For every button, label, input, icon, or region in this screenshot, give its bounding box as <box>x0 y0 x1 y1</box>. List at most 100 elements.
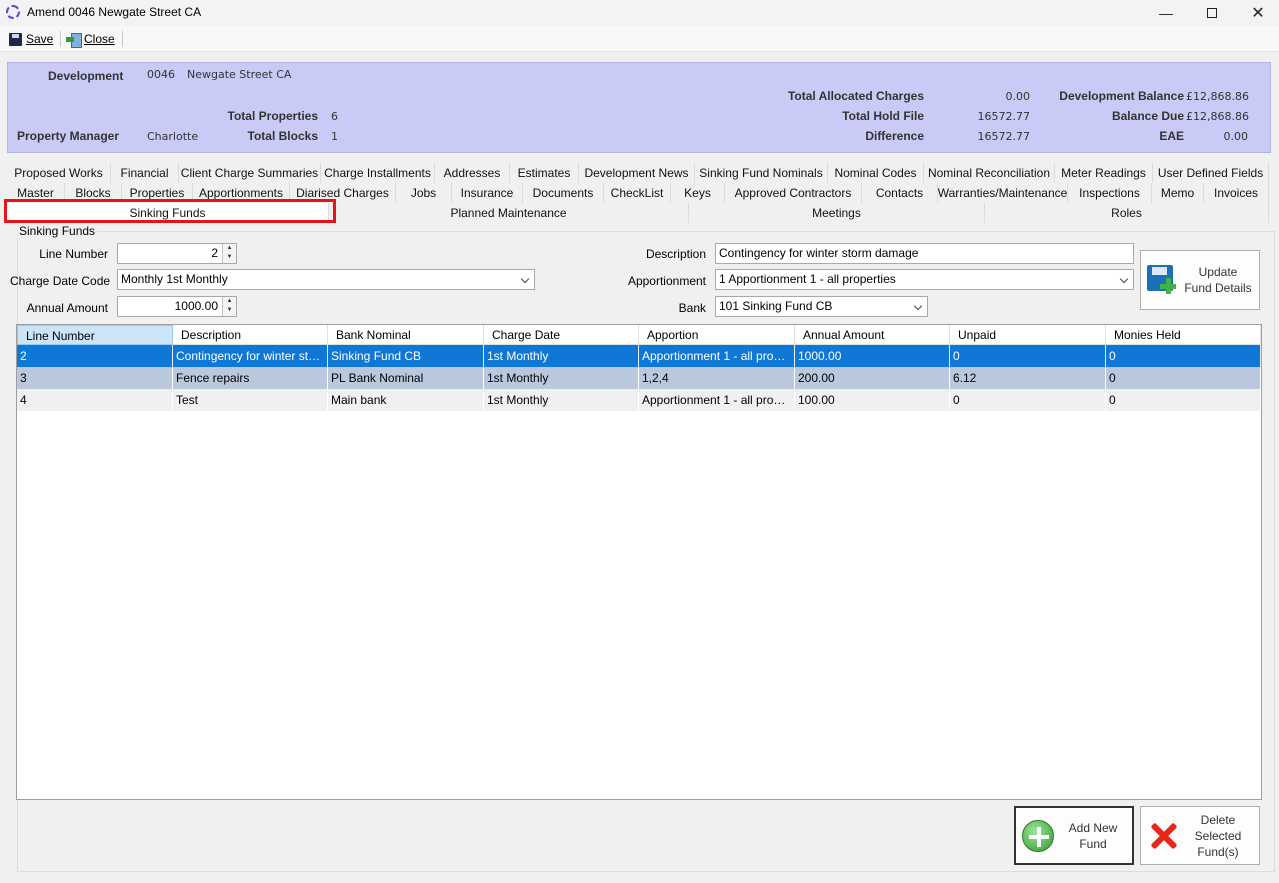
table-row[interactable]: 2 Contingency for winter storm ... Sinki… <box>17 345 1261 367</box>
total-allocated-charges-value: 0.00 <box>1005 90 1031 103</box>
cell-apportion: Apportionment 1 - all properties <box>639 389 795 411</box>
column-header-unpaid[interactable]: Unpaid <box>950 325 1106 345</box>
close-window-button[interactable]: ✕ <box>1235 0 1279 26</box>
tab-meter-readings[interactable]: Meter Readings <box>1055 163 1153 183</box>
spin-down-icon[interactable]: ▼ <box>223 306 236 315</box>
tab-insurance[interactable]: Insurance <box>452 183 523 203</box>
apportionment-value: 1 Apportionment 1 - all properties <box>719 272 896 286</box>
annual-amount-label: Annual Amount <box>26 301 108 315</box>
add-new-fund-label: Add New Fund <box>1054 820 1132 852</box>
delete-label-line1: Delete <box>1200 812 1236 827</box>
line-number-spinner[interactable]: 2 ▲ ▼ <box>117 243 237 264</box>
column-header-description[interactable]: Description <box>173 325 328 345</box>
cell-annual-amount: 1000.00 <box>795 345 950 367</box>
minimize-icon: — <box>1159 5 1173 21</box>
tab-keys[interactable]: Keys <box>671 183 725 203</box>
tab-documents[interactable]: Documents <box>523 183 604 203</box>
tab-proposed-works[interactable]: Proposed Works <box>7 163 111 183</box>
tab-invoices[interactable]: Invoices <box>1204 183 1269 203</box>
tab-client-charge-summaries[interactable]: Client Charge Summaries <box>179 163 321 183</box>
update-fund-details-button[interactable]: Update Fund Details <box>1140 250 1260 310</box>
cell-bank-nominal: PL Bank Nominal <box>328 367 484 389</box>
column-header-bank-nominal[interactable]: Bank Nominal <box>328 325 484 345</box>
tab-warranties-maintenance[interactable]: Warranties/Maintenance <box>938 183 1068 203</box>
line-number-spin-buttons[interactable]: ▲ ▼ <box>222 244 236 263</box>
cell-annual-amount: 200.00 <box>795 367 950 389</box>
tab-roles[interactable]: Roles <box>985 203 1269 223</box>
add-new-fund-button[interactable]: Add New Fund <box>1014 806 1134 865</box>
tab-inspections[interactable]: Inspections <box>1068 183 1152 203</box>
tab-meetings[interactable]: Meetings <box>689 203 985 223</box>
description-input[interactable]: Contingency for winter storm damage <box>715 243 1134 264</box>
tab-planned-maintenance[interactable]: Planned Maintenance <box>329 203 689 223</box>
table-row[interactable]: 4 Test Main bank 1st Monthly Apportionme… <box>17 389 1261 411</box>
save-plus-icon <box>1147 265 1177 295</box>
tab-user-defined-fields[interactable]: User Defined Fields <box>1153 163 1269 183</box>
column-header-annual-amount[interactable]: Annual Amount <box>795 325 950 345</box>
annual-amount-spinner[interactable]: 1000.00 ▲ ▼ <box>117 296 237 317</box>
development-name: Newgate Street CA <box>187 68 292 81</box>
column-header-monies-held[interactable]: Monies Held <box>1106 325 1261 345</box>
toolbar: Save Close <box>0 26 1279 52</box>
cell-unpaid: 0 <box>950 345 1106 367</box>
column-header-apportion[interactable]: Apportion <box>639 325 795 345</box>
charge-date-code-value: Monthly 1st Monthly <box>121 272 228 286</box>
minimize-button[interactable]: — <box>1143 0 1189 26</box>
delete-selected-funds-label: Delete Selected Fund(s) <box>1177 812 1259 860</box>
spin-down-icon[interactable]: ▼ <box>223 253 236 262</box>
toolbar-separator <box>122 31 123 47</box>
tab-approved-contractors[interactable]: Approved Contractors <box>725 183 862 203</box>
development-summary-panel: Development 0046 Newgate Street CA Total… <box>7 62 1271 153</box>
tab-nominal-reconciliation[interactable]: Nominal Reconciliation <box>924 163 1055 183</box>
tab-contacts[interactable]: Contacts <box>862 183 938 203</box>
apportionment-select[interactable]: 1 Apportionment 1 - all properties <box>715 269 1134 290</box>
tab-checklist[interactable]: CheckList <box>604 183 671 203</box>
balance-due-label: Balance Due <box>1111 109 1184 123</box>
tab-development-news[interactable]: Development News <box>579 163 695 183</box>
maximize-button[interactable] <box>1189 0 1235 26</box>
table-row[interactable]: 3 Fence repairs PL Bank Nominal 1st Mont… <box>17 367 1261 389</box>
tab-jobs[interactable]: Jobs <box>396 183 452 203</box>
sinking-funds-grid[interactable]: Line Number Description Bank Nominal Cha… <box>16 324 1262 800</box>
tab-memo[interactable]: Memo <box>1152 183 1204 203</box>
cell-line-number: 3 <box>17 367 173 389</box>
tab-sinking-fund-nominals[interactable]: Sinking Fund Nominals <box>695 163 828 183</box>
close-icon: ✕ <box>1251 5 1265 22</box>
delete-label-line2: Selected <box>1194 828 1242 843</box>
cell-monies-held: 0 <box>1106 389 1261 411</box>
charge-date-code-select[interactable]: Monthly 1st Monthly <box>117 269 535 290</box>
spin-up-icon[interactable]: ▲ <box>223 297 236 306</box>
cell-annual-amount: 100.00 <box>795 389 950 411</box>
development-balance-label: Development Balance <box>1059 89 1184 103</box>
add-label-line1: Add New <box>1068 820 1118 835</box>
cell-description: Fence repairs <box>173 367 328 389</box>
tab-financial[interactable]: Financial <box>111 163 179 183</box>
description-value: Contingency for winter storm damage <box>719 246 919 260</box>
tab-nominal-codes[interactable]: Nominal Codes <box>828 163 924 183</box>
bank-select[interactable]: 101 Sinking Fund CB <box>715 296 928 317</box>
cell-charge-date: 1st Monthly <box>484 345 639 367</box>
tab-estimates[interactable]: Estimates <box>510 163 579 183</box>
update-fund-details-label: Update Fund Details <box>1177 264 1259 296</box>
cell-bank-nominal: Sinking Fund CB <box>328 345 484 367</box>
total-properties-label: Total Properties <box>227 109 318 123</box>
save-button[interactable]: Save <box>9 30 53 48</box>
chevron-down-icon <box>913 301 923 311</box>
column-header-charge-date[interactable]: Charge Date <box>484 325 639 345</box>
development-label: Development <box>48 69 124 83</box>
close-button[interactable]: Close <box>66 30 115 48</box>
cell-bank-nominal: Main bank <box>328 389 484 411</box>
delete-selected-funds-button[interactable]: Delete Selected Fund(s) <box>1140 806 1260 865</box>
cell-apportion: 1,2,4 <box>639 367 795 389</box>
spin-up-icon[interactable]: ▲ <box>223 244 236 253</box>
delete-x-icon <box>1149 822 1177 850</box>
cell-charge-date: 1st Monthly <box>484 367 639 389</box>
development-code: 0046 <box>147 68 175 81</box>
column-header-line-number[interactable]: Line Number <box>17 325 173 345</box>
tab-charge-installments[interactable]: Charge Installments <box>321 163 435 183</box>
tab-addresses[interactable]: Addresses <box>435 163 510 183</box>
annual-amount-spin-buttons[interactable]: ▲ ▼ <box>222 297 236 316</box>
update-label-line2: Fund Details <box>1184 281 1252 295</box>
grid-header: Line Number Description Bank Nominal Cha… <box>17 325 1261 345</box>
toolbar-separator <box>60 31 61 47</box>
